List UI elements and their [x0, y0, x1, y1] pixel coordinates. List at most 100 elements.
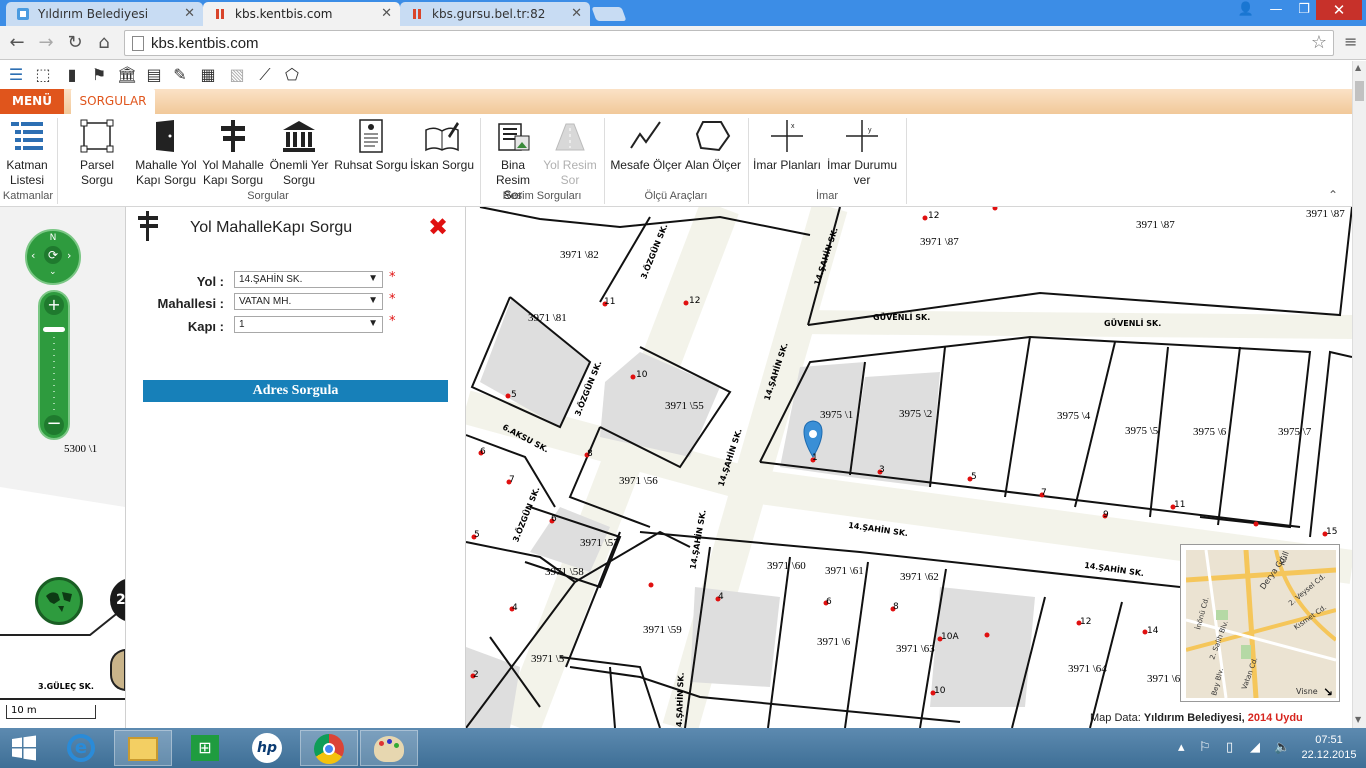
- site-favicon-icon: [17, 8, 29, 20]
- panel-title: Yol MahalleKapı Sorgu: [190, 219, 353, 236]
- streetview-button[interactable]: [110, 649, 126, 691]
- imar-planlari-button[interactable]: x İmar Planları: [752, 118, 822, 173]
- collapse-ribbon-icon[interactable]: ⌃: [1328, 188, 1338, 202]
- scroll-thumb[interactable]: [1355, 81, 1364, 101]
- bookmark-star-icon[interactable]: ☆: [1311, 32, 1327, 53]
- yol-select[interactable]: 14.ŞAHİN SK. ▼: [234, 271, 383, 288]
- layer-list-button[interactable]: Katman Listesi: [4, 118, 50, 188]
- back-icon[interactable]: ←: [6, 32, 28, 54]
- kapi-select[interactable]: 1 ▼: [234, 316, 383, 333]
- maximize-button[interactable]: ❐: [1290, 0, 1318, 20]
- parsel-sorgu-button[interactable]: Parsel Sorgu: [63, 118, 131, 188]
- door-query-icon[interactable]: ▮: [62, 65, 82, 85]
- start-button[interactable]: [0, 730, 48, 766]
- tab-gursu[interactable]: kbs.gursu.bel.tr:82 ✕: [400, 2, 590, 26]
- license-icon[interactable]: ▤: [144, 65, 164, 85]
- alan-olcer-button[interactable]: Alan Ölçer: [683, 118, 743, 173]
- close-tab-icon[interactable]: ✕: [184, 6, 195, 21]
- battery-icon[interactable]: ▯: [1226, 740, 1233, 755]
- parcel-label: 3971 \55: [665, 400, 704, 412]
- distance-icon[interactable]: ⟋: [255, 65, 275, 85]
- adres-sorgula-button[interactable]: Adres Sorgula: [143, 380, 448, 402]
- yol-resim-sor-button[interactable]: Yol Resim Sor: [542, 118, 598, 188]
- internet-explorer-icon[interactable]: e: [52, 730, 110, 766]
- yol-mahalle-kapi-sorgu-button[interactable]: Yol Mahalle Kapı Sorgu: [200, 118, 266, 188]
- new-tab-button[interactable]: [591, 7, 627, 21]
- layers-list-icon[interactable]: ☰: [6, 65, 26, 85]
- zoom-ticks: [53, 337, 55, 412]
- pan-control[interactable]: N ‹ › ⟳ ⌄: [25, 229, 81, 285]
- hp-icon[interactable]: hp: [238, 730, 296, 766]
- iskan-sorgu-button[interactable]: İskan Sorgu: [408, 118, 476, 173]
- basemap-globe-icon[interactable]: [35, 577, 83, 625]
- menu-tab[interactable]: MENÜ: [0, 89, 64, 114]
- dropdown-arrow-icon: ▼: [368, 318, 378, 329]
- settlement-icon[interactable]: ✎: [170, 65, 190, 85]
- area-icon[interactable]: ⬠: [282, 65, 302, 85]
- chrome-icon[interactable]: [300, 730, 358, 766]
- mesafe-olcer-button[interactable]: Mesafe Ölçer: [610, 118, 682, 173]
- tray-arrow-icon[interactable]: ▴: [1178, 740, 1185, 755]
- network-icon[interactable]: ◢: [1250, 740, 1260, 755]
- scroll-up-icon[interactable]: ▲: [1355, 63, 1361, 72]
- store-icon[interactable]: ⊞: [176, 730, 234, 766]
- close-tab-icon[interactable]: ✕: [571, 6, 582, 21]
- scroll-down-icon[interactable]: ▼: [1355, 715, 1361, 724]
- parcel-query-icon[interactable]: ⬚: [33, 65, 53, 85]
- mahalle-select[interactable]: VATAN MH. ▼: [234, 293, 383, 310]
- parcel-label: 3971 \6: [817, 636, 851, 648]
- door-number: 4: [512, 603, 518, 613]
- ruhsat-sorgu-button[interactable]: Ruhsat Sorgu: [334, 118, 408, 173]
- building-image-icon: [498, 123, 530, 151]
- landmark-icon[interactable]: 🏛: [117, 65, 137, 85]
- close-window-button[interactable]: ✕: [1316, 0, 1362, 20]
- building-image-icon[interactable]: ▦: [198, 65, 218, 85]
- reload-icon[interactable]: ↻: [64, 32, 86, 54]
- tab-yildirim[interactable]: Yıldırım Belediyesi ✕: [6, 2, 203, 26]
- mahalle-yol-kapi-sorgu-button[interactable]: Mahalle Yol Kapı Sorgu: [133, 118, 199, 188]
- zoom-out-icon[interactable]: −: [44, 415, 64, 435]
- forward-icon[interactable]: →: [35, 32, 57, 54]
- chrome-menu-icon[interactable]: ≡: [1344, 32, 1357, 51]
- zoom-handle[interactable]: [43, 327, 65, 332]
- volume-icon[interactable]: 🔈: [1274, 740, 1290, 755]
- page-scrollbar[interactable]: ▲ ▼: [1352, 61, 1366, 728]
- tab-kentbis[interactable]: kbs.kentbis.com ✕: [203, 2, 400, 26]
- attribution-label: Map Data:: [1090, 712, 1141, 724]
- paint-icon[interactable]: [360, 730, 418, 766]
- world-map-icon: [46, 592, 72, 612]
- road-image-icon[interactable]: ▧: [227, 65, 247, 85]
- pan-down-icon[interactable]: ⌄: [49, 267, 57, 277]
- system-clock[interactable]: 07:51 22.12.2015: [1298, 733, 1360, 763]
- layer-list-label: Katman Listesi: [6, 158, 48, 187]
- action-center-icon[interactable]: ⚐: [1199, 740, 1211, 755]
- svg-text:Visne: Visne: [1296, 687, 1318, 696]
- door-number: 8: [893, 602, 899, 612]
- zoom-in-icon[interactable]: +: [44, 295, 64, 315]
- parcel-label: 3971 \81: [528, 312, 567, 324]
- file-explorer-icon[interactable]: [114, 730, 172, 766]
- pan-right-icon[interactable]: ›: [67, 249, 71, 262]
- expand-arrow-icon[interactable]: ↘: [1323, 685, 1333, 699]
- address-bar[interactable]: kbs.kentbis.com ☆: [124, 30, 1334, 56]
- close-tab-icon[interactable]: ✕: [381, 6, 392, 21]
- zoom-slider[interactable]: + −: [38, 290, 70, 440]
- north-label: N: [49, 233, 57, 243]
- road-sign-icon[interactable]: ⚑: [89, 65, 109, 85]
- user-icon[interactable]: 👤: [1232, 0, 1260, 20]
- rotate-icon[interactable]: ⟳: [44, 246, 62, 264]
- minimize-button[interactable]: —: [1262, 0, 1290, 20]
- imar-durumu-ver-button[interactable]: y İmar Durumu ver: [824, 118, 900, 188]
- parcel-label: 3975 \2: [899, 408, 933, 420]
- sorgular-tab[interactable]: SORGULAR: [71, 89, 155, 114]
- parcel-label: 3971 \64: [1068, 663, 1107, 675]
- overview-map[interactable]: Küll Derya Cd. 2. Veysel Cd. Kısmet Cd. …: [1180, 544, 1340, 702]
- street-label: GÜVENLİ SK.: [1104, 319, 1162, 328]
- close-panel-icon[interactable]: ✖: [428, 213, 448, 241]
- home-icon[interactable]: ⌂: [93, 32, 115, 54]
- browser-toolbar: ← → ↻ ⌂ kbs.kentbis.com ☆ ≡: [0, 26, 1366, 60]
- ribbon: Katman Listesi Katmanlar Parsel Sorgu Ma…: [0, 114, 1352, 207]
- door-number: 6: [551, 514, 557, 524]
- onemli-yer-sorgu-button[interactable]: Önemli Yer Sorgu: [266, 118, 332, 188]
- pan-left-icon[interactable]: ‹: [31, 249, 35, 262]
